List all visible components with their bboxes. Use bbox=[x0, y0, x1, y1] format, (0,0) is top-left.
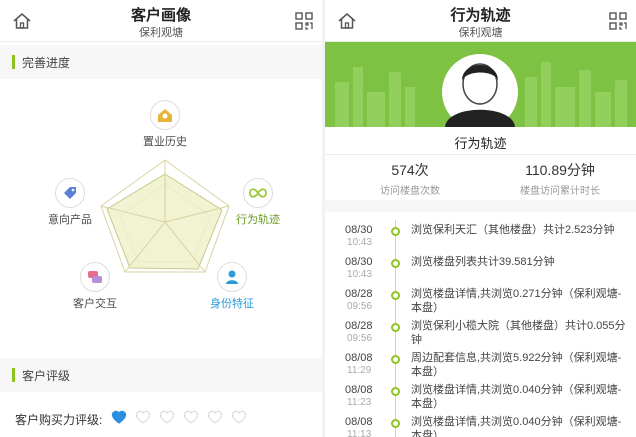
dimension-label: 客户交互 bbox=[73, 298, 117, 310]
heart-empty-icon bbox=[207, 410, 223, 424]
timeline-dot-icon bbox=[391, 259, 400, 268]
event-time: 09:56 bbox=[347, 333, 373, 344]
section-accent-bar bbox=[12, 368, 15, 382]
timeline-row[interactable]: 08/30 10:43 浏览楼盘列表共计39.581分钟 bbox=[325, 254, 636, 286]
visit-count-caption: 访问楼盘次数 bbox=[380, 186, 440, 197]
event-time: 10:43 bbox=[347, 269, 373, 280]
event-time: 11:29 bbox=[347, 365, 372, 376]
timeline-dot-icon bbox=[391, 355, 400, 364]
timeline-dot-icon bbox=[391, 387, 400, 396]
person-icon bbox=[217, 262, 247, 292]
profile-banner bbox=[325, 42, 636, 127]
event-description: 浏览楼盘详情,共浏览0.040分钟（保利观塘-本盘） bbox=[411, 384, 622, 410]
dimension-interaction[interactable]: 客户交互 bbox=[55, 262, 135, 311]
section-accent-bar bbox=[12, 55, 15, 69]
section-separator bbox=[325, 200, 636, 212]
timeline-row[interactable]: 08/30 10:43 浏览保利天汇（其他楼盘）共计2.523分钟 bbox=[325, 222, 636, 254]
infinity-icon bbox=[243, 178, 273, 208]
section-rating-header: 客户评级 bbox=[0, 358, 322, 392]
page-title: 行为轨迹 bbox=[450, 7, 511, 24]
dimension-label: 行为轨迹 bbox=[236, 214, 280, 226]
event-date: 08/30 bbox=[345, 224, 373, 236]
header: 客户画像 保利观塘 bbox=[0, 0, 322, 42]
event-description: 浏览保利天汇（其他楼盘）共计2.523分钟 bbox=[411, 224, 615, 236]
visit-duration-stat: 110.89分钟 楼盘访问累计时长 bbox=[485, 160, 635, 197]
event-time: 11:13 bbox=[347, 429, 372, 437]
chat-icon bbox=[80, 262, 110, 292]
dimension-label: 意向产品 bbox=[48, 214, 92, 226]
timeline-row[interactable]: 08/08 11:23 浏览楼盘详情,共浏览0.040分钟（保利观塘-本盘） bbox=[325, 382, 636, 414]
section-rating-label: 客户评级 bbox=[22, 369, 71, 383]
profile-radar-chart: 置业历史 行为轨迹 身份特征 客户交互 意向产品 bbox=[0, 84, 322, 354]
visit-count-stat: 574次 访问楼盘次数 bbox=[335, 160, 485, 197]
page-subtitle: 保利观塘 bbox=[458, 27, 503, 39]
dimension-label: 置业历史 bbox=[143, 136, 187, 148]
event-time: 09:56 bbox=[347, 301, 373, 312]
event-date: 08/08 bbox=[345, 416, 373, 428]
event-date: 08/28 bbox=[345, 320, 373, 332]
visit-duration-value: 110.89分钟 bbox=[525, 162, 595, 178]
heart-filled-icon bbox=[111, 410, 127, 424]
tag-icon bbox=[55, 178, 85, 208]
event-time: 10:43 bbox=[347, 237, 373, 248]
qr-menu-icon[interactable] bbox=[608, 11, 628, 31]
page-subtitle: 保利观塘 bbox=[139, 27, 183, 39]
timeline-dot-icon bbox=[391, 323, 400, 332]
behavior-timeline: 08/30 10:43 浏览保利天汇（其他楼盘）共计2.523分钟 08/30 10:4… bbox=[325, 212, 636, 437]
event-date: 08/28 bbox=[345, 288, 373, 300]
event-description: 周边配套信息,共浏览5.922分钟（保利观塘-本盘） bbox=[411, 352, 622, 378]
timeline-row[interactable]: 08/28 09:56 浏览楼盘详情,共浏览0.271分钟（保利观塘-本盘） bbox=[325, 286, 636, 318]
event-description: 浏览楼盘列表共计39.581分钟 bbox=[411, 256, 555, 268]
event-date: 08/08 bbox=[345, 384, 373, 396]
dimension-label: 身份特征 bbox=[210, 298, 254, 310]
timeline-row[interactable]: 08/08 11:29 周边配套信息,共浏览5.922分钟（保利观塘-本盘） bbox=[325, 350, 636, 382]
event-description: 浏览楼盘详情,共浏览0.271分钟（保利观塘-本盘） bbox=[411, 288, 622, 314]
customer-profile-panel: 客户画像 保利观塘 完善进度 置业历史 行为轨迹 身份特征 客户交互 意向产品 … bbox=[0, 0, 322, 437]
visit-duration-caption: 楼盘访问累计时长 bbox=[520, 186, 600, 197]
dimension-intended-product[interactable]: 意向产品 bbox=[30, 178, 110, 227]
event-description: 浏览楼盘详情,共浏览0.040分钟（保利观塘-本盘） bbox=[411, 416, 622, 437]
timeline-dot-icon bbox=[391, 419, 400, 428]
purchasing-power-rating: 客户购买力评级: bbox=[0, 400, 322, 434]
dimension-identity[interactable]: 身份特征 bbox=[192, 262, 272, 311]
visit-count-value: 574次 bbox=[391, 162, 429, 178]
dimension-purchase-history[interactable]: 置业历史 bbox=[125, 100, 205, 149]
heart-empty-icon bbox=[159, 410, 175, 424]
rating-label: 客户购买力评级: bbox=[15, 413, 103, 427]
section-progress-header: 完善进度 bbox=[0, 45, 322, 79]
event-date: 08/08 bbox=[345, 352, 373, 364]
dimension-behavior-track[interactable]: 行为轨迹 bbox=[218, 178, 298, 227]
event-date: 08/30 bbox=[345, 256, 373, 268]
city-skyline-illustration bbox=[325, 42, 636, 127]
page-title: 客户画像 bbox=[130, 7, 191, 24]
event-time: 11:23 bbox=[347, 397, 372, 408]
header: 行为轨迹 保利观塘 bbox=[325, 0, 636, 42]
section-progress-label: 完善进度 bbox=[22, 56, 71, 70]
timeline-row[interactable]: 08/08 11:13 浏览楼盘详情,共浏览0.040分钟（保利观塘-本盘） bbox=[325, 414, 636, 437]
heart-empty-icon bbox=[135, 410, 151, 424]
stats-title: 行为轨迹 bbox=[325, 127, 636, 155]
behavior-track-panel: 行为轨迹 保利观塘 行为轨迹 574次 访问楼盘次数 110.89分钟 楼盘访问… bbox=[325, 0, 636, 437]
qr-menu-icon[interactable] bbox=[294, 11, 314, 31]
timeline-dot-icon bbox=[391, 227, 400, 236]
heart-empty-icon bbox=[231, 410, 247, 424]
event-description: 浏览保利小榄大院（其他楼盘）共计0.055分钟 bbox=[411, 320, 626, 346]
rating-hearts bbox=[110, 408, 248, 426]
heart-empty-icon bbox=[183, 410, 199, 424]
timeline-row[interactable]: 08/28 09:56 浏览保利小榄大院（其他楼盘）共计0.055分钟 bbox=[325, 318, 636, 350]
house-person-icon bbox=[150, 100, 180, 130]
timeline-dot-icon bbox=[391, 291, 400, 300]
